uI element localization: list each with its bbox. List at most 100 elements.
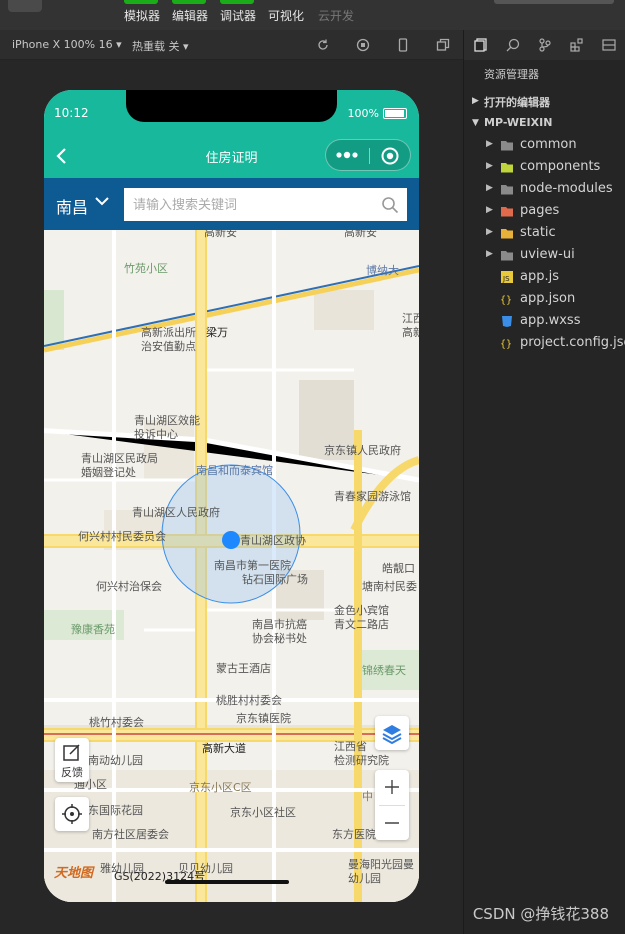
file-tree-item[interactable]: JS app.js	[464, 266, 625, 288]
avatar[interactable]	[8, 0, 42, 12]
file-tree-item[interactable]: app.wxss	[464, 310, 625, 332]
simulator-button[interactable]: 模拟器	[124, 7, 160, 24]
file-tree-item[interactable]: ▶ pages	[464, 200, 625, 222]
file-icon	[502, 316, 512, 327]
phone-notch	[126, 90, 337, 122]
file-tree-label: node-modules	[520, 181, 613, 196]
folder-icon	[501, 251, 513, 261]
map-label: 何兴村村民委员会	[78, 530, 166, 543]
search-icon[interactable]	[381, 196, 399, 214]
chevron-right-icon: ▶	[486, 183, 493, 193]
city-selector[interactable]: 南昌	[56, 194, 88, 218]
chevron-down-icon[interactable]	[94, 195, 110, 207]
battery-icon	[383, 108, 407, 119]
zoom-in-icon[interactable]	[383, 778, 401, 796]
svg-text:{}: {}	[500, 295, 512, 305]
zoom-controls	[375, 770, 409, 840]
map-label: 钻石国际广场	[242, 573, 308, 586]
extensions-icon[interactable]	[570, 38, 584, 52]
map-label: 青山湖区政协	[240, 534, 306, 547]
map-label: 博纳大	[366, 264, 399, 277]
refresh-icon[interactable]	[316, 38, 330, 52]
stop-icon[interactable]	[356, 38, 370, 52]
map-label: 南昌市第一医院	[214, 559, 291, 572]
map-label: 治安值勤点	[141, 340, 196, 353]
search-input[interactable]	[124, 188, 407, 221]
edit-icon	[63, 744, 80, 761]
map-label: 南昌和而泰宾馆	[196, 464, 273, 477]
file-tree-label: static	[520, 225, 556, 240]
folder-icon	[501, 207, 513, 217]
file-tree-label: project.config.json	[520, 335, 625, 350]
svg-text:{}: {}	[500, 339, 512, 349]
files-icon[interactable]	[474, 38, 488, 52]
chevron-right-icon: ▶	[486, 227, 493, 237]
close-miniprogram-icon[interactable]	[380, 146, 400, 166]
editor-button[interactable]: 编辑器	[172, 7, 208, 24]
chevron-right-icon: ▶	[486, 249, 493, 259]
map-view[interactable]: 高新安 高新安 竹苑小区 博纳大 高新派出所 治安值勤点 梁万 江西 高新 青山…	[44, 230, 419, 902]
map-label: 南动幼儿园	[88, 754, 143, 767]
capsule-menu	[325, 139, 411, 171]
file-tree-label: common	[520, 137, 577, 152]
file-icon: JS	[501, 271, 513, 283]
panel-icon[interactable]	[602, 38, 616, 52]
file-tree-item[interactable]: ▶ common	[464, 134, 625, 156]
map-label: 蒙古王酒店	[216, 662, 271, 675]
map-label: 东方医院	[332, 828, 376, 841]
file-tree-label: uview-ui	[520, 247, 575, 262]
file-tree-item[interactable]: ▶ node-modules	[464, 178, 625, 200]
top-search-field[interactable]	[494, 0, 614, 4]
map-label: 京东镇人民政府	[324, 444, 401, 457]
file-tree-item[interactable]: {} app.json	[464, 288, 625, 310]
map-label: 高新大道	[202, 742, 246, 755]
project-section[interactable]: ▼ MP-WEIXIN	[464, 112, 625, 134]
hotreload-select[interactable]: 热重载 关 ▾	[132, 38, 189, 54]
map-label: 青山湖区人民政府	[132, 506, 220, 519]
map-label: 协会秘书处	[252, 632, 307, 645]
open-editors-section[interactable]: ▶ 打开的编辑器	[464, 90, 625, 112]
map-label: 东国际花园	[88, 804, 143, 817]
map-label: 幼儿园	[348, 872, 381, 885]
visual-button[interactable]: 可视化	[268, 7, 304, 24]
status-time: 10:12	[54, 106, 89, 120]
map-label: 投诉中心	[134, 428, 178, 441]
layers-button[interactable]	[375, 716, 409, 750]
file-tree-item[interactable]: ▶ uview-ui	[464, 244, 625, 266]
more-dots-icon[interactable]	[336, 150, 360, 160]
simulator-active-indicator	[124, 0, 158, 4]
device-select[interactable]: iPhone X 100% 16 ▾	[12, 38, 122, 51]
map-label: 京东小区社区	[230, 806, 296, 819]
zoom-out-icon[interactable]	[383, 814, 401, 832]
map-label: 检测研究院	[334, 754, 389, 767]
file-tree-item[interactable]: ▶ static	[464, 222, 625, 244]
explorer-panel: 资源管理器 ▶ 打开的编辑器 ▼ MP-WEIXIN ▶ common ▶ compo…	[463, 30, 625, 934]
map-label: 中	[362, 790, 373, 803]
locate-button[interactable]	[55, 797, 89, 831]
file-icon: {}	[500, 339, 512, 349]
search-icon[interactable]	[506, 38, 520, 52]
layers-icon	[382, 725, 402, 744]
map-label: 高新安	[344, 230, 377, 239]
map-label: 江西省	[334, 740, 367, 753]
map-label: 青山湖区民政局	[81, 452, 158, 465]
map-label: 曼海阳光园曼	[348, 858, 414, 871]
map-label: 高新派出所	[141, 326, 196, 339]
cloud-dev-button[interactable]: 云开发	[318, 7, 354, 24]
file-tree-item[interactable]: ▶ components	[464, 156, 625, 178]
windows-icon[interactable]	[436, 38, 450, 52]
file-tree-item[interactable]: {} project.config.json	[464, 332, 625, 354]
map-label: 金色小宾馆	[334, 604, 389, 617]
feedback-button[interactable]: 反馈	[55, 738, 89, 782]
phone-simulator: 10:12 100% 住房证明 南昌 请输入搜索关键词 高新安 高新安 竹苑小区…	[44, 90, 419, 902]
map-label: 京东小区C区	[189, 781, 252, 794]
phone-icon[interactable]	[396, 38, 410, 52]
chevron-right-icon: ▶	[486, 161, 493, 171]
map-label: 桃竹村委会	[89, 716, 144, 729]
folder-icon	[501, 229, 513, 239]
chevron-down-icon: ▼	[472, 118, 479, 128]
map-label: 何兴村治保会	[96, 580, 162, 593]
chevron-right-icon: ▶	[486, 139, 493, 149]
debugger-button[interactable]: 调试器	[220, 7, 256, 24]
source-control-icon[interactable]	[538, 38, 552, 52]
